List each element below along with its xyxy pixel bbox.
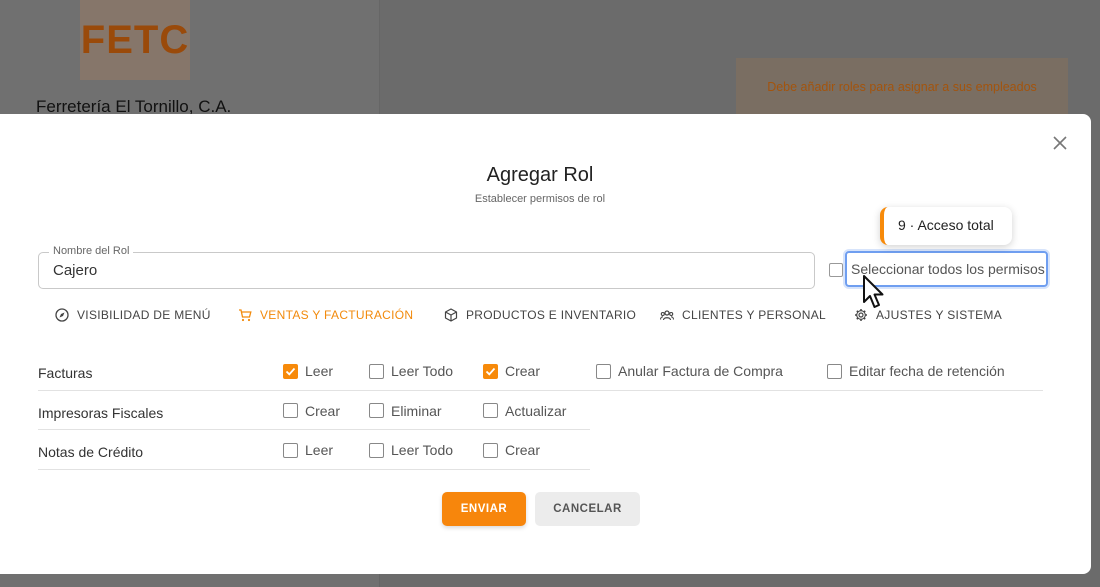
checkbox[interactable]: [283, 403, 298, 418]
cancel-button[interactable]: CANCELAR: [535, 492, 640, 526]
modal-title: Agregar Rol: [486, 164, 594, 186]
option-label: Crear: [505, 442, 541, 458]
option-label: Leer Todo: [391, 363, 454, 379]
checkbox[interactable]: [369, 403, 384, 418]
permission-option[interactable]: Anular Factura de Compra: [596, 363, 783, 379]
checkbox[interactable]: [369, 442, 384, 458]
tab-sales-billing[interactable]: VENTAS Y FACTURACIÓN: [238, 308, 413, 322]
role-name-input[interactable]: [53, 262, 793, 279]
permission-tabs: VISIBILIDAD DE MENÚ VENTAS Y FACTURACIÓN…: [38, 308, 1038, 334]
checkbox[interactable]: [283, 442, 298, 458]
option-label: Crear: [505, 363, 541, 379]
checkbox[interactable]: [827, 363, 842, 379]
add-role-modal: Agregar Rol Establecer permisos de rol N…: [0, 114, 1091, 574]
tab-label: VENTAS Y FACTURACIÓN: [260, 308, 414, 322]
box-icon: [444, 308, 458, 322]
role-name-label: Nombre del Rol: [49, 245, 134, 257]
tab-label: CLIENTES Y PERSONAL: [682, 308, 826, 322]
people-icon: [660, 310, 674, 321]
permission-option[interactable]: Crear: [483, 442, 540, 458]
tab-label: VISIBILIDAD DE MENÚ: [77, 308, 211, 322]
roles-alert: Debe añadir roles para asignar a sus emp…: [736, 58, 1068, 118]
access-tooltip: 9 · Acceso total: [880, 207, 1012, 245]
permission-option[interactable]: Leer: [283, 442, 333, 458]
tab-label: AJUSTES Y SISTEMA: [876, 308, 1003, 322]
permission-option[interactable]: Crear: [283, 403, 340, 419]
tab-settings-system[interactable]: AJUSTES Y SISTEMA: [854, 308, 1002, 322]
checkbox[interactable]: [596, 363, 611, 379]
cart-icon: [239, 309, 252, 322]
logo-text: FETC: [80, 17, 190, 62]
select-all-permissions[interactable]: Seleccionar todos los permisos: [829, 251, 1048, 287]
close-icon[interactable]: [1051, 134, 1069, 152]
option-label: Crear: [305, 402, 341, 419]
checkbox[interactable]: [369, 363, 384, 379]
send-button[interactable]: ENVIAR: [442, 492, 526, 526]
role-name-field[interactable]: Nombre del Rol: [38, 245, 815, 289]
checkbox[interactable]: [483, 442, 498, 458]
permission-name: Facturas: [38, 365, 93, 381]
checkbox[interactable]: [283, 363, 298, 379]
option-label: Actualizar: [505, 402, 567, 419]
permission-option[interactable]: Leer: [283, 363, 333, 379]
permission-option[interactable]: Actualizar: [483, 403, 566, 419]
permission-name: Impresoras Fiscales: [38, 404, 164, 421]
option-label: Leer: [305, 363, 334, 379]
mouse-cursor-icon: [863, 275, 884, 308]
permissions-table: Facturas Leer Leer Todo Crear Anular Fac…: [38, 351, 1043, 470]
tab-clients-staff[interactable]: CLIENTES Y PERSONAL: [660, 308, 826, 322]
permission-row-facturas: Facturas Leer Leer Todo Crear Anular Fac…: [38, 351, 1043, 391]
option-label: Eliminar: [391, 402, 442, 419]
company-logo: FETC: [80, 0, 190, 80]
checkbox[interactable]: [483, 363, 498, 379]
option-label: Leer: [305, 442, 334, 458]
select-all-checkbox[interactable]: [829, 263, 843, 277]
permission-name: Notas de Crédito: [38, 444, 144, 460]
modal-subtitle: Establecer permisos de rol: [474, 193, 606, 205]
option-label: Editar fecha de retención: [849, 363, 1005, 379]
compass-icon: [55, 308, 69, 322]
permission-row-impresoras: Impresoras Fiscales Crear Eliminar Actua…: [38, 391, 590, 430]
tab-menu-visibility[interactable]: VISIBILIDAD DE MENÚ: [55, 308, 211, 322]
tab-products-inventory[interactable]: PRODUCTOS E INVENTARIO: [444, 308, 636, 322]
permission-option[interactable]: Crear: [483, 363, 540, 379]
permission-option[interactable]: Leer Todo: [369, 442, 453, 458]
checkbox[interactable]: [483, 403, 498, 418]
permission-row-notas: Notas de Crédito Leer Leer Todo Crear: [38, 430, 590, 470]
option-label: Leer Todo: [391, 442, 454, 458]
permission-option[interactable]: Leer Todo: [369, 363, 453, 379]
tab-label: PRODUCTOS E INVENTARIO: [466, 308, 637, 322]
permission-option[interactable]: Editar fecha de retención: [827, 363, 1005, 379]
option-label: Anular Factura de Compra: [618, 363, 783, 379]
roles-alert-text: Debe añadir roles para asignar a sus emp…: [767, 79, 1037, 94]
permission-option[interactable]: Eliminar: [369, 403, 442, 419]
gear-icon: [855, 309, 867, 321]
